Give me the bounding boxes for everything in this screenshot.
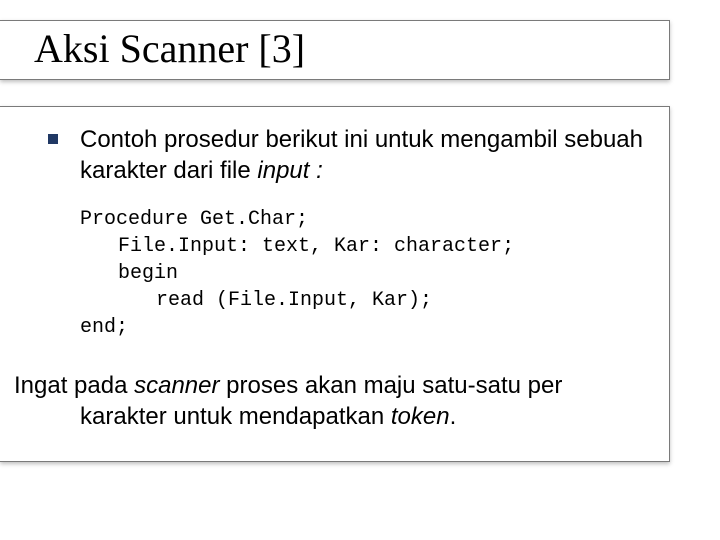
code-line: Procedure Get.Char; — [80, 206, 655, 233]
conclusion-part: . — [450, 403, 457, 430]
bullet-item: Contoh prosedur berikut ini untuk mengam… — [14, 125, 655, 186]
code-block: Procedure Get.Char; File.Input: text, Ka… — [80, 206, 655, 341]
conclusion-italic-token: token — [391, 403, 450, 430]
code-line: end; — [80, 314, 655, 341]
bullet-text-main: Contoh prosedur berikut ini untuk mengam… — [80, 126, 643, 184]
conclusion-part: Ingat pada — [14, 372, 134, 399]
content-container: Contoh prosedur berikut ini untuk mengam… — [0, 106, 670, 462]
slide: Aksi Scanner [3] Contoh prosedur berikut… — [0, 0, 720, 540]
code-line: read (File.Input, Kar); — [80, 287, 655, 314]
code-line: begin — [80, 260, 655, 287]
slide-title: Aksi Scanner [3] — [34, 27, 669, 71]
bullet-text: Contoh prosedur berikut ini untuk mengam… — [80, 125, 655, 186]
conclusion-text: Ingat pada scanner proses akan maju satu… — [14, 371, 655, 432]
title-container: Aksi Scanner [3] — [0, 20, 670, 80]
conclusion-italic-scanner: scanner — [134, 372, 219, 399]
square-bullet-icon — [48, 134, 58, 144]
bullet-text-italic: input : — [257, 157, 322, 184]
code-line: File.Input: text, Kar: character; — [80, 233, 655, 260]
